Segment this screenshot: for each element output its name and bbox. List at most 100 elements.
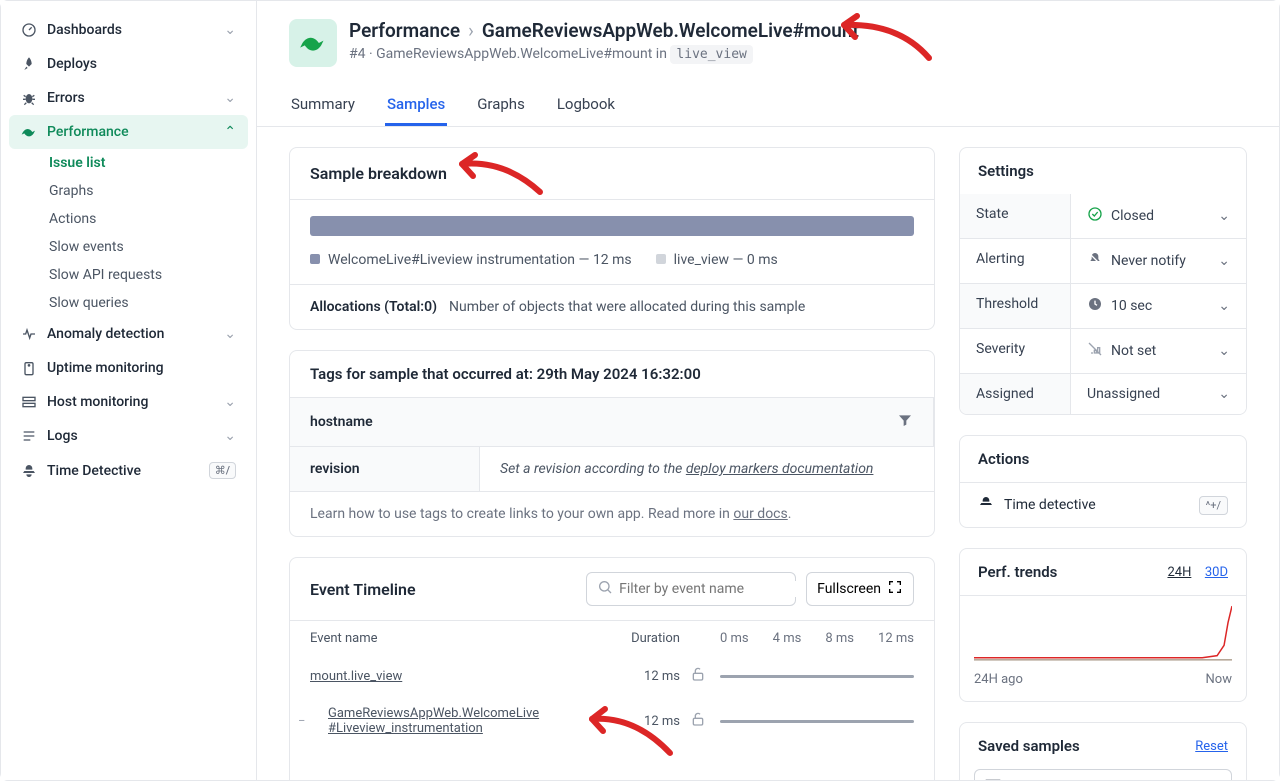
event-link[interactable]: mount.live_view xyxy=(310,669,402,684)
card-title: Perf. trends xyxy=(978,563,1157,581)
setting-row-alerting[interactable]: Alerting Never notify⌄ xyxy=(960,238,1246,283)
collapse-icon[interactable]: − xyxy=(298,714,305,729)
tag-row-revision: revision Set a revision according to the… xyxy=(290,446,934,491)
nav-dashboards[interactable]: Dashboards ⌄ xyxy=(9,13,248,47)
namespace-code: live_view xyxy=(670,45,752,64)
nav-deploys[interactable]: Deploys xyxy=(9,47,248,81)
filter-icon[interactable] xyxy=(897,412,913,432)
docs-link[interactable]: our docs xyxy=(733,506,787,522)
unlock-icon[interactable] xyxy=(690,666,710,686)
fullscreen-icon xyxy=(887,579,903,599)
nav-errors[interactable]: Errors ⌄ xyxy=(9,81,248,115)
card-title: Saved samples xyxy=(978,737,1195,755)
chevron-down-icon: ⌄ xyxy=(1218,208,1230,224)
action-label[interactable]: Time detective xyxy=(1004,497,1096,513)
setting-row-state[interactable]: State Closed⌄ xyxy=(960,194,1246,238)
chevron-down-icon: ⌄ xyxy=(224,22,236,38)
tag-key: revision xyxy=(310,461,360,477)
fullscreen-button[interactable]: Fullscreen xyxy=(806,572,914,606)
event-bar xyxy=(720,675,914,678)
breadcrumb-root[interactable]: Performance xyxy=(349,19,460,42)
kbd-shortcut: ⌘/ xyxy=(209,462,236,479)
sub-slow-api[interactable]: Slow API requests xyxy=(49,261,248,289)
gauge-icon xyxy=(21,22,37,38)
nav-anomaly[interactable]: Anomaly detection ⌄ xyxy=(9,317,248,351)
nav-logs[interactable]: Logs ⌄ xyxy=(9,419,248,453)
nav-label: Host monitoring xyxy=(47,394,148,410)
filter-icon xyxy=(985,777,1001,780)
sub-actions[interactable]: Actions xyxy=(49,205,248,233)
chevron-down-icon: ⌄ xyxy=(1218,298,1230,314)
event-link[interactable]: GameReviewsAppWeb.WelcomeLive#Liveview_i… xyxy=(328,706,539,736)
tab-samples[interactable]: Samples xyxy=(385,85,447,126)
tabs: Summary Samples Graphs Logbook xyxy=(289,85,1247,126)
actions-card: Actions Time detective ^+/ xyxy=(959,435,1247,528)
reset-link[interactable]: Reset xyxy=(1195,739,1228,754)
nav-label: Deploys xyxy=(47,56,97,72)
nav-label: Performance xyxy=(47,124,129,140)
setting-row-threshold[interactable]: Threshold 10 sec⌄ xyxy=(960,283,1246,328)
sub-graphs[interactable]: Graphs xyxy=(49,177,248,205)
tab-logbook[interactable]: Logbook xyxy=(555,85,617,126)
nav-uptime[interactable]: Uptime monitoring xyxy=(9,351,248,385)
tags-card: Tags for sample that occurred at: 29th M… xyxy=(289,350,935,537)
breadcrumb: Performance › GameReviewsAppWeb.WelcomeL… xyxy=(349,19,859,42)
event-bar xyxy=(720,720,914,723)
nav-label: Anomaly detection xyxy=(47,326,164,342)
setting-row-severity[interactable]: Severity Not set⌄ xyxy=(960,328,1246,373)
trend-30d-link[interactable]: 30D xyxy=(1205,565,1228,580)
nav-label: Uptime monitoring xyxy=(47,360,164,376)
perf-trends-card: Perf. trends 24H 30D 24H ago Now xyxy=(959,548,1247,702)
breakdown-bar xyxy=(310,216,914,236)
chevron-down-icon: ⌄ xyxy=(224,428,236,444)
nav-label: Dashboards xyxy=(47,22,122,38)
allocations-row: Allocations (Total:0) Number of objects … xyxy=(290,284,934,329)
page-subtitle: #4 · GameReviewsAppWeb.WelcomeLive#mount… xyxy=(349,46,859,62)
tab-graphs[interactable]: Graphs xyxy=(475,85,527,126)
trend-end: Now xyxy=(1206,672,1232,687)
allocations-desc: Number of objects that were allocated du… xyxy=(449,299,805,315)
sub-slow-events[interactable]: Slow events xyxy=(49,233,248,261)
trend-24h-link[interactable]: 24H xyxy=(1167,565,1191,580)
check-circle-icon xyxy=(1087,206,1103,226)
chevron-down-icon: ⌄ xyxy=(224,326,236,342)
search-icon xyxy=(597,579,613,599)
saved-filter[interactable] xyxy=(974,769,1232,780)
detective-icon xyxy=(978,495,994,515)
tag-value: Set a revision according to the deploy m… xyxy=(480,447,934,491)
nav-host[interactable]: Host monitoring ⌄ xyxy=(9,385,248,419)
detective-icon xyxy=(21,463,37,479)
clock-icon xyxy=(1087,296,1103,316)
nav-performance-sub: Issue list Graphs Actions Slow events Sl… xyxy=(9,149,248,317)
deploy-markers-link[interactable]: deploy markers documentation xyxy=(686,461,874,477)
setting-row-assigned[interactable]: Assigned Unassigned⌄ xyxy=(960,373,1246,414)
sample-breakdown-card: Sample breakdown WelcomeLive#Liveview in… xyxy=(289,147,935,330)
uptime-icon xyxy=(21,360,37,376)
rocket-icon xyxy=(21,56,37,72)
event-timeline-card: Event Timeline Fullscreen Event name Dur… xyxy=(289,557,935,780)
filter-field[interactable] xyxy=(619,581,797,597)
timeline-row: − GameReviewsAppWeb.WelcomeLive#Liveview… xyxy=(290,696,934,746)
chevron-down-icon: ⌄ xyxy=(1218,253,1230,269)
host-icon xyxy=(21,394,37,410)
filter-input[interactable] xyxy=(586,572,796,606)
sub-issue-list[interactable]: Issue list xyxy=(49,149,248,177)
card-title: Actions xyxy=(960,436,1246,482)
nav-label: Time Detective xyxy=(47,463,141,479)
tab-summary[interactable]: Summary xyxy=(289,85,357,126)
breadcrumb-sep: › xyxy=(468,19,474,42)
nav-time-detective[interactable]: Time Detective ⌘/ xyxy=(9,453,248,488)
bug-icon xyxy=(21,90,37,106)
lizard-icon xyxy=(21,124,37,140)
card-title: Settings xyxy=(960,148,1246,194)
nav-label: Logs xyxy=(47,428,78,444)
card-title: Event Timeline xyxy=(310,580,576,599)
sub-slow-queries[interactable]: Slow queries xyxy=(49,289,248,317)
saved-filter-field[interactable] xyxy=(1009,779,1221,780)
allocations-label: Allocations (Total:0) xyxy=(310,299,437,315)
settings-card: Settings State Closed⌄ Alerting Never no… xyxy=(959,147,1247,415)
bell-off-icon xyxy=(1087,251,1103,271)
nav-label: Errors xyxy=(47,90,85,106)
unlock-icon[interactable] xyxy=(690,711,710,731)
nav-performance[interactable]: Performance ⌃ xyxy=(9,115,248,149)
